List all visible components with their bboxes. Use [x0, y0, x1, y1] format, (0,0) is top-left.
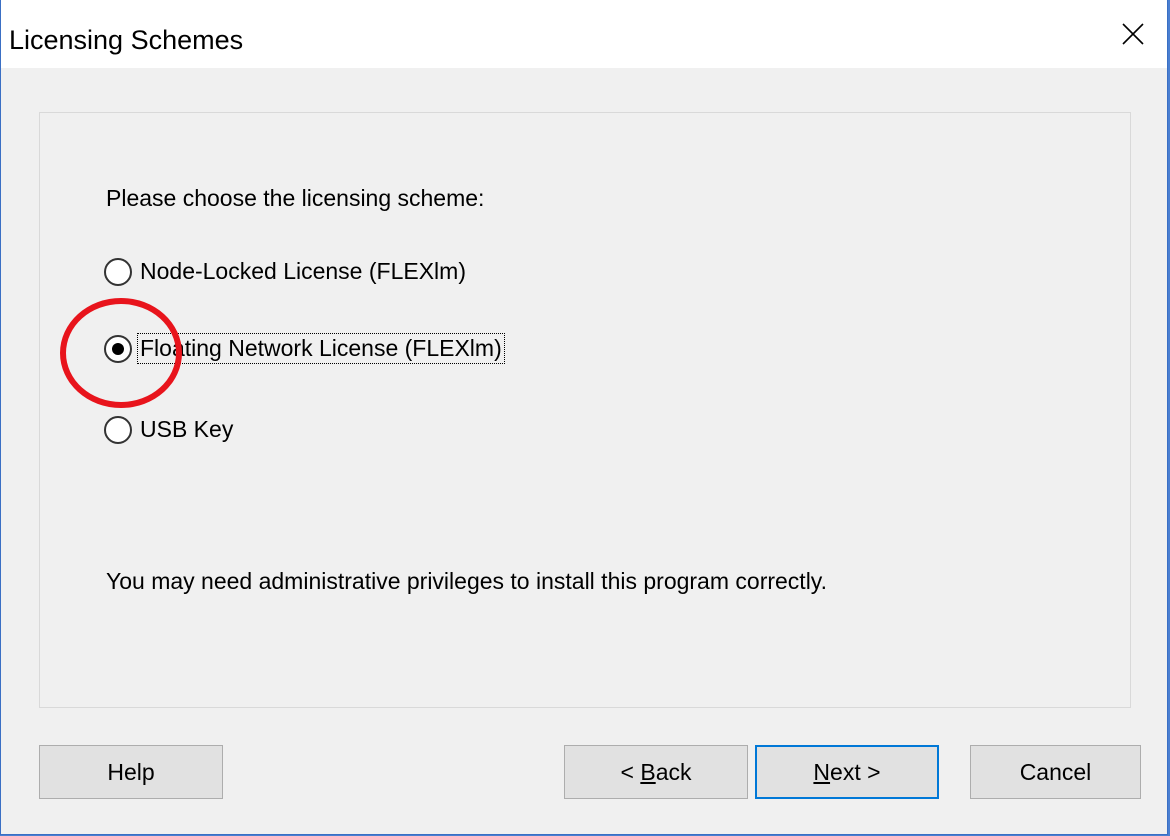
help-button-label: Help: [107, 758, 155, 785]
radio-usb-key[interactable]: [104, 415, 132, 444]
help-button[interactable]: Help: [39, 745, 223, 799]
option-floating-network[interactable]: Floating Network License (FLEXlm): [104, 333, 505, 364]
option-node-locked[interactable]: Node-Locked License (FLEXlm): [104, 256, 469, 287]
option-floating-network-label: Floating Network License (FLEXlm): [137, 333, 505, 364]
radio-floating-network[interactable]: [104, 334, 132, 363]
option-usb-key[interactable]: USB Key: [104, 414, 236, 445]
dialog-title: Licensing Schemes: [9, 25, 244, 55]
licensing-schemes-dialog: Licensing Schemes Please choose the lice…: [0, 0, 1168, 835]
next-button-mnemonic: N: [813, 758, 831, 785]
radio-selected-dot: [112, 342, 124, 355]
back-button-rest: ack: [655, 758, 692, 785]
back-button-mnemonic: B: [640, 758, 656, 785]
next-button-rest: ext >: [830, 758, 881, 785]
cancel-button-label: Cancel: [1019, 758, 1092, 785]
close-button[interactable]: [1099, 0, 1167, 68]
title-bar: Licensing Schemes: [1, 0, 1167, 68]
options-panel: Please choose the licensing scheme: Node…: [39, 112, 1131, 708]
close-x-icon: [1122, 23, 1144, 45]
radio-node-locked[interactable]: [104, 257, 132, 286]
back-button[interactable]: < Back: [564, 745, 748, 799]
admin-privileges-note: You may need administrative privileges t…: [106, 568, 827, 594]
choose-scheme-prompt: Please choose the licensing scheme:: [106, 185, 485, 211]
back-button-prefix: <: [620, 758, 641, 785]
option-usb-key-label: USB Key: [140, 416, 234, 442]
next-button[interactable]: Next >: [755, 745, 939, 799]
option-node-locked-label: Node-Locked License (FLEXlm): [140, 258, 466, 284]
cancel-button[interactable]: Cancel: [970, 745, 1141, 799]
